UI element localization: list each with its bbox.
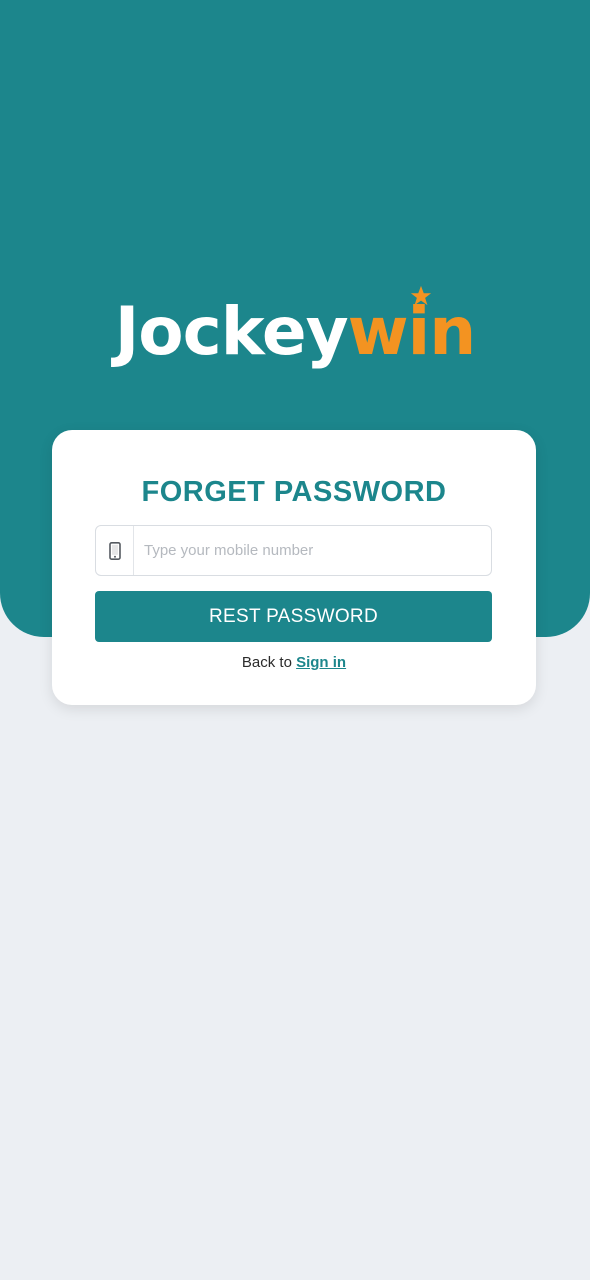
sign-in-link[interactable]: Sign in xyxy=(296,654,346,671)
back-to-sign-in-row: Back to Sign in xyxy=(52,654,536,671)
logo-text-win: win xyxy=(348,285,476,370)
mobile-input-group xyxy=(95,525,492,576)
page-title: FORGET PASSWORD xyxy=(141,476,447,508)
reset-password-button[interactable]: REST PASSWORD xyxy=(95,591,492,642)
input-addon xyxy=(96,526,134,575)
star-icon xyxy=(410,285,431,306)
logo-text-jockey: Jockey xyxy=(114,293,349,370)
back-to-text: Back to xyxy=(241,654,292,671)
jockeywin-logo: Jockeywin xyxy=(0,285,590,372)
forget-password-screen: Jockeywin FORGET PASSWORD REST PASSWORD … xyxy=(0,0,590,1280)
mobile-number-input[interactable] xyxy=(134,526,491,575)
mobile-phone-icon xyxy=(108,541,121,560)
forget-password-card: FORGET PASSWORD REST PASSWORD Back to Si… xyxy=(52,430,536,705)
